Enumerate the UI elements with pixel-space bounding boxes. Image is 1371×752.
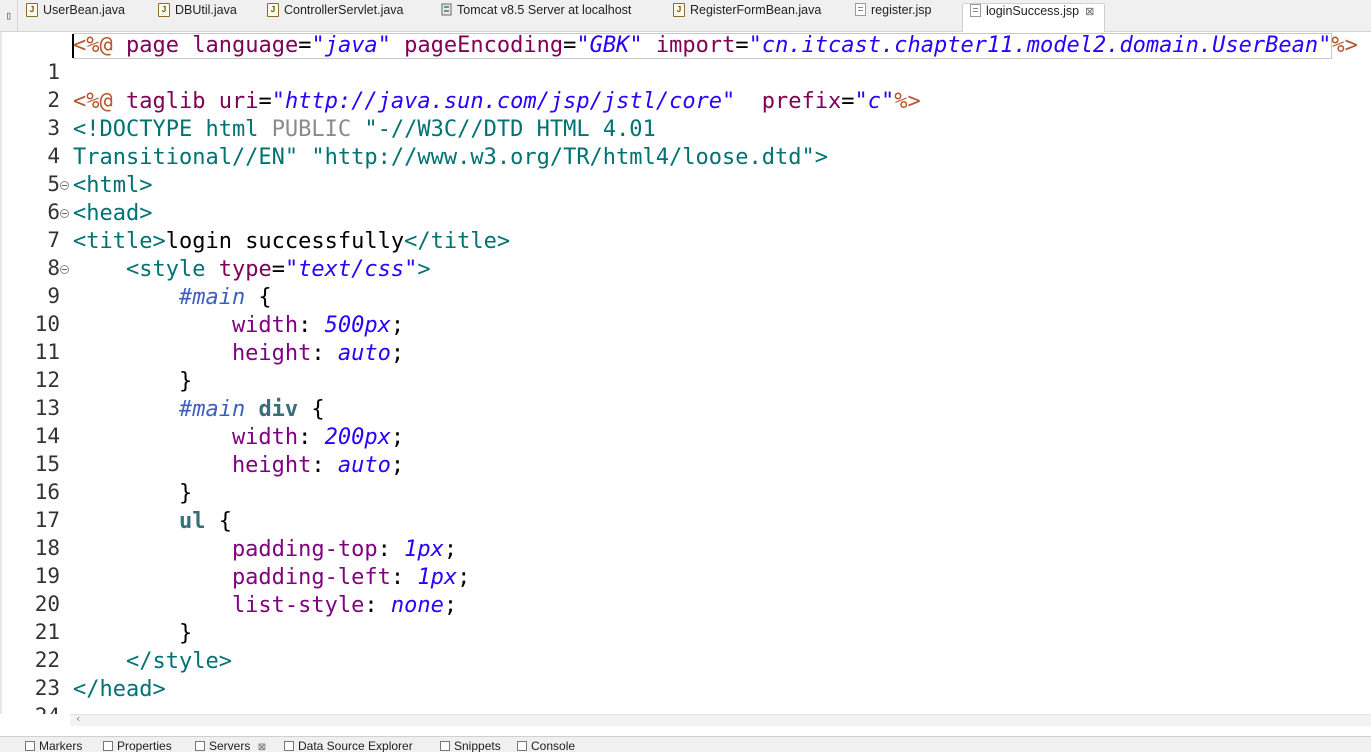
tab-loginsuccess-jsp[interactable]: loginSuccess.jsp ⊠ bbox=[962, 3, 1105, 32]
tab-userbean-java[interactable]: J UserBean.java bbox=[26, 2, 125, 29]
tab-controllerservlet-java[interactable]: J ControllerServlet.java bbox=[267, 2, 404, 29]
code-line-3[interactable]: 3 <%@ taglib uri="http://java.sun.com/js… bbox=[0, 88, 1371, 140]
java-file-icon: J bbox=[158, 2, 170, 17]
jsp-file-icon bbox=[970, 4, 981, 18]
tab-snippets[interactable]: Snippets bbox=[440, 739, 501, 752]
code-line-14[interactable]: 14 #main div { bbox=[0, 396, 1371, 448]
code-line-17[interactable]: 17 } bbox=[0, 480, 1371, 532]
properties-icon bbox=[103, 741, 113, 751]
tab-markers[interactable]: Markers bbox=[25, 739, 82, 752]
fold-toggle-icon[interactable] bbox=[60, 181, 69, 190]
code-line-2[interactable]: 2 bbox=[0, 60, 1371, 112]
tab-tomcat-server[interactable]: Tomcat v8.5 Server at localhost bbox=[441, 3, 631, 29]
code-line-12[interactable]: 12 height: auto; bbox=[0, 340, 1371, 392]
snippets-icon bbox=[440, 741, 450, 751]
code-editor[interactable]: 1 <%@ page language="java" pageEncoding=… bbox=[0, 32, 1371, 714]
scroll-left-icon[interactable]: ‹ bbox=[76, 712, 80, 725]
code-line-21[interactable]: 21 list-style: none; bbox=[0, 592, 1371, 644]
tab-properties[interactable]: Properties bbox=[103, 739, 172, 752]
java-file-icon: J bbox=[267, 2, 279, 17]
server-icon bbox=[441, 3, 452, 16]
tab-register-jsp[interactable]: register.jsp bbox=[855, 3, 931, 29]
code-line-23[interactable]: 23 </style> bbox=[0, 648, 1371, 700]
code-line-20[interactable]: 20 padding-left: 1px; bbox=[0, 564, 1371, 616]
code-line-9[interactable]: 9 <style type="text/css"> bbox=[0, 256, 1371, 308]
servers-icon bbox=[195, 741, 205, 751]
code-line-10[interactable]: 10 #main { bbox=[0, 284, 1371, 336]
code-line-8[interactable]: 8 <title>login successfully</title> bbox=[0, 228, 1371, 280]
java-file-icon: J bbox=[26, 2, 38, 17]
close-tab-icon[interactable]: ⊠ bbox=[258, 742, 266, 752]
bottom-view-tab-bar: Markers Properties Servers ⊠ Data Source… bbox=[0, 736, 1371, 752]
fold-toggle-icon[interactable] bbox=[60, 209, 69, 218]
jsp-file-icon bbox=[855, 3, 866, 17]
markers-icon bbox=[25, 741, 35, 751]
code-line-18[interactable]: 18 ul { bbox=[0, 508, 1371, 560]
horizontal-scrollbar[interactable]: ‹ bbox=[70, 712, 1371, 726]
view-stub: ▯ bbox=[0, 0, 18, 32]
close-tab-icon[interactable]: ⊠ bbox=[1085, 5, 1094, 18]
tab-console[interactable]: Console bbox=[517, 739, 575, 752]
code-line-1[interactable]: 1 <%@ page language="java" pageEncoding=… bbox=[0, 32, 1371, 84]
code-line-5[interactable]: 5 Transitional//EN" "http://www.w3.org/T… bbox=[0, 144, 1371, 196]
code-line-19[interactable]: 19 padding-top: 1px; bbox=[0, 536, 1371, 588]
tab-data-source-explorer[interactable]: Data Source Explorer bbox=[284, 739, 413, 752]
console-icon bbox=[517, 741, 527, 751]
code-line-4[interactable]: 4 <!DOCTYPE html PUBLIC "-//W3C//DTD HTM… bbox=[0, 116, 1371, 168]
database-icon bbox=[284, 741, 294, 751]
tab-servers[interactable]: Servers ⊠ bbox=[195, 739, 266, 752]
code-line-24[interactable]: 24 </head> bbox=[0, 676, 1371, 714]
tab-registerformbean-java[interactable]: J RegisterFormBean.java bbox=[673, 2, 821, 29]
code-line-11[interactable]: 11 width: 500px; bbox=[0, 312, 1371, 364]
code-line-6[interactable]: 6 <html> bbox=[0, 172, 1371, 224]
code-line-7[interactable]: 7 <head> bbox=[0, 200, 1371, 252]
java-file-icon: J bbox=[673, 2, 685, 17]
code-line-13[interactable]: 13 } bbox=[0, 368, 1371, 420]
tab-dbutil-java[interactable]: J DBUtil.java bbox=[158, 2, 237, 29]
code-line-22[interactable]: 22 } bbox=[0, 620, 1371, 672]
code-line-15[interactable]: 15 width: 200px; bbox=[0, 424, 1371, 476]
editor-tab-bar: ▯ J UserBean.java J DBUtil.java J Controlle… bbox=[0, 0, 1371, 32]
code-line-16[interactable]: 16 height: auto; bbox=[0, 452, 1371, 504]
fold-toggle-icon[interactable] bbox=[60, 265, 69, 274]
